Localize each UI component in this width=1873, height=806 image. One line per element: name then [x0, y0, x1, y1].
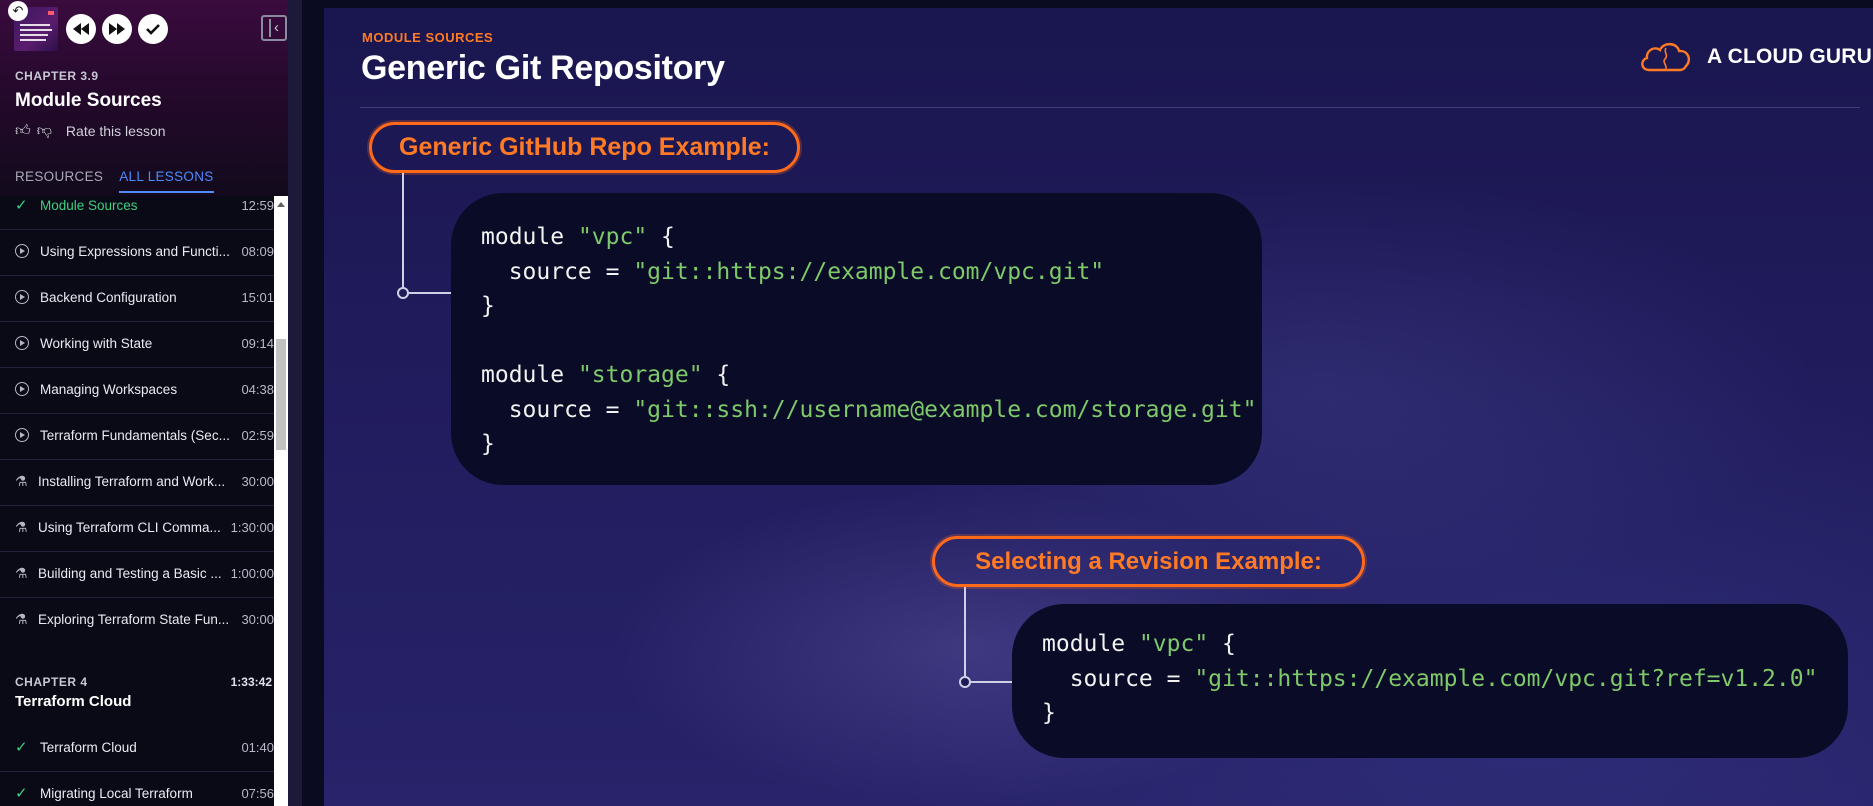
brand-logo: A CLOUD GURU — [1639, 40, 1872, 74]
slide-title: Generic Git Repository — [361, 49, 725, 87]
chapter-title: Terraform Cloud — [15, 693, 132, 710]
list-item[interactable]: Backend Configuration 15:01 — [0, 276, 274, 322]
lab-flask-icon: ⚗ — [15, 565, 28, 581]
list-item[interactable]: ⚗ Building and Testing a Basic ... 1:00:… — [0, 552, 274, 598]
list-item[interactable]: Using Expressions and Functi... 08:09 — [0, 230, 274, 276]
lesson-name: Migrating Local Terraform — [40, 786, 193, 801]
video-play-icon — [15, 336, 29, 350]
list-item[interactable]: ⚗ Exploring Terraform State Fun... 30:00 — [0, 598, 274, 644]
callout-revision: Selecting a Revision Example: — [932, 536, 1365, 587]
list-item[interactable]: Terraform Fundamentals (Sec... 02:59 — [0, 414, 274, 460]
thumbs-up-icon[interactable]: 👍︎ — [15, 122, 31, 140]
connector-line — [964, 587, 966, 681]
lesson-sidebar: ↶ ‹ CHAPTER 3.9 Module Sources 👍︎ 👎︎ Rat… — [0, 0, 302, 806]
lesson-duration: 30:00 — [241, 612, 274, 627]
lesson-duration: 02:59 — [241, 428, 274, 443]
lesson-duration: 09:14 — [241, 336, 274, 351]
connector-line — [970, 681, 1014, 683]
connector-node — [959, 676, 971, 688]
title-divider — [360, 107, 1860, 108]
lesson-name: Terraform Fundamentals (Sec... — [40, 428, 230, 443]
video-play-icon — [15, 428, 29, 442]
thumbs-down-icon[interactable]: 👎︎ — [37, 122, 52, 140]
list-item[interactable]: ✓ Module Sources 12:59 — [0, 196, 274, 230]
lesson-duration: 08:09 — [241, 244, 274, 259]
lesson-duration: 07:56 — [241, 786, 274, 801]
lesson-duration: 15:01 — [241, 290, 274, 305]
completed-check-icon: ✓ — [15, 197, 28, 214]
sidebar-header: ↶ ‹ CHAPTER 3.9 Module Sources 👍︎ 👎︎ Rat… — [0, 0, 302, 196]
list-item[interactable]: Managing Workspaces 04:38 — [0, 368, 274, 414]
lesson-duration: 1:00:00 — [230, 566, 274, 581]
lesson-list-scrollbar[interactable] — [274, 196, 288, 806]
chapter-duration: 1:33:42 — [230, 675, 272, 689]
completed-check-icon: ✓ — [15, 785, 28, 802]
lesson-name: Building and Testing a Basic ... — [38, 566, 222, 581]
lesson-name: Managing Workspaces — [40, 382, 178, 397]
lab-flask-icon: ⚗ — [15, 611, 28, 627]
lab-flask-icon: ⚗ — [15, 473, 28, 489]
video-play-icon — [15, 244, 29, 258]
list-item[interactable]: Working with State 09:14 — [0, 322, 274, 368]
callout-generic-repo: Generic GitHub Repo Example: — [369, 122, 800, 173]
chevron-left-icon: ‹ — [274, 19, 279, 36]
connector-node — [397, 287, 409, 299]
brand-name: A CLOUD GURU — [1707, 45, 1872, 68]
lesson-duration: 04:38 — [241, 382, 274, 397]
fast-forward-icon — [109, 23, 125, 35]
video-frame-top — [302, 0, 1873, 8]
chapter-label: CHAPTER 4 — [15, 675, 88, 689]
video-frame-edge — [302, 0, 324, 806]
cloud-brain-icon — [1641, 42, 1690, 72]
lesson-duration: 12:59 — [241, 198, 274, 213]
completed-check-icon: ✓ — [15, 739, 28, 756]
lesson-name: Backend Configuration — [40, 290, 177, 305]
list-item[interactable]: ⚗ Using Terraform CLI Comma... 1:30:00 — [0, 506, 274, 552]
lab-flask-icon: ⚗ — [15, 519, 28, 535]
list-item[interactable]: ✓ Migrating Local Terraform 07:56 — [0, 772, 274, 806]
lesson-name: Terraform Cloud — [40, 740, 137, 755]
lesson-duration: 30:00 — [241, 474, 274, 489]
chapter-4-header[interactable]: CHAPTER 4 Terraform Cloud 1:33:42 — [0, 666, 274, 726]
mark-complete-button[interactable] — [138, 14, 168, 44]
lesson-name: Using Expressions and Functi... — [40, 244, 230, 259]
list-item[interactable]: ✓ Terraform Cloud 01:40 — [0, 726, 274, 772]
list-item[interactable]: ⚗ Installing Terraform and Work... 30:00 — [0, 460, 274, 506]
scrollbar-thumb[interactable] — [276, 339, 286, 450]
lesson-name: Working with State — [40, 336, 153, 351]
code-block-generic-repo: module "vpc" { source = "git::https://ex… — [451, 193, 1262, 485]
back-icon[interactable]: ↶ — [8, 1, 28, 21]
video-play-icon — [15, 382, 29, 396]
module-label: MODULE SOURCES — [362, 30, 494, 45]
lesson-name: Installing Terraform and Work... — [38, 474, 226, 489]
lesson-duration: 1:30:00 — [230, 520, 274, 535]
collapse-sidebar-button[interactable]: ‹ — [261, 15, 287, 41]
lesson-list: ✓ Module Sources 12:59 Using Expressions… — [0, 196, 274, 806]
sidebar-gutter — [288, 0, 302, 806]
code-block-revision: module "vpc" { source = "git::https://ex… — [1012, 604, 1848, 758]
lesson-name: Using Terraform CLI Comma... — [38, 520, 221, 535]
video-slide[interactable]: MODULE SOURCES Generic Git Repository A … — [324, 8, 1873, 806]
rate-lesson: 👍︎ 👎︎ Rate this lesson — [15, 122, 166, 140]
tab-resources[interactable]: RESOURCES — [15, 169, 103, 193]
sidebar-tabs: RESOURCES ALL LESSONS — [15, 169, 214, 193]
connector-line — [402, 173, 404, 293]
lesson-name: Exploring Terraform State Fun... — [38, 612, 230, 627]
chapter-label: CHAPTER 3.9 — [15, 69, 99, 83]
check-icon — [146, 24, 160, 35]
rewind-icon — [73, 23, 89, 35]
connector-line — [408, 292, 452, 294]
video-play-icon — [15, 290, 29, 304]
fast-forward-button[interactable] — [102, 14, 132, 44]
rewind-button[interactable] — [66, 14, 96, 44]
lesson-name: Module Sources — [40, 198, 138, 213]
lesson-duration: 01:40 — [241, 740, 274, 755]
lesson-title: Module Sources — [15, 90, 162, 111]
tab-all-lessons[interactable]: ALL LESSONS — [119, 169, 214, 193]
rate-lesson-label: Rate this lesson — [65, 123, 166, 139]
scroll-up-arrow-icon[interactable] — [277, 202, 285, 207]
